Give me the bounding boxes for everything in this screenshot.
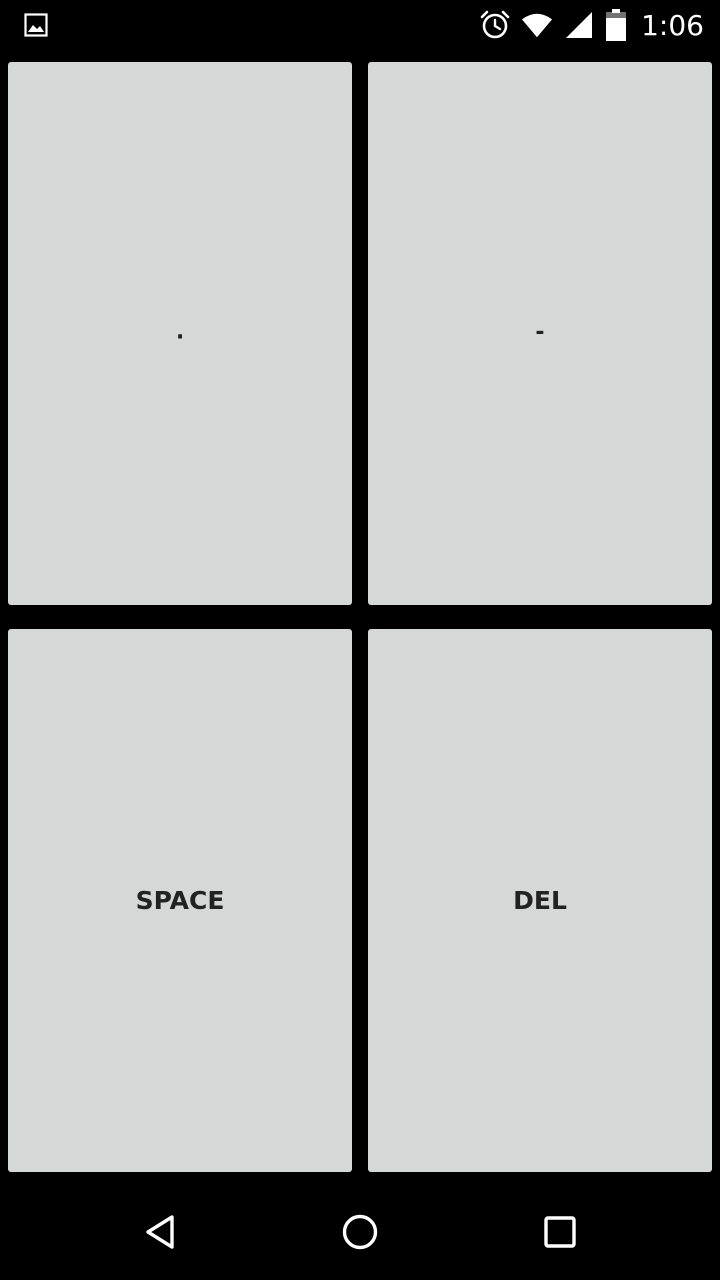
gallery-icon: [24, 13, 48, 37]
cell-signal-icon: [563, 9, 595, 41]
alarm-icon: [479, 9, 511, 41]
battery-icon: [605, 9, 627, 41]
wifi-icon: [521, 9, 553, 41]
delete-key-label: DEL: [513, 886, 567, 915]
status-bar: 1:06: [0, 0, 720, 50]
back-icon[interactable]: [136, 1208, 184, 1256]
status-time: 1:06: [641, 8, 704, 42]
dot-key[interactable]: ·: [8, 62, 352, 605]
home-icon[interactable]: [336, 1208, 384, 1256]
dash-key-label: -: [535, 320, 545, 345]
recents-icon[interactable]: [536, 1208, 584, 1256]
status-icons: 1:06: [469, 0, 704, 50]
space-key[interactable]: SPACE: [8, 629, 352, 1172]
space-key-label: SPACE: [135, 886, 225, 915]
dash-key[interactable]: -: [368, 62, 712, 605]
delete-key[interactable]: DEL: [368, 629, 712, 1172]
dot-key-label: ·: [175, 325, 185, 350]
navigation-bar: [0, 1184, 720, 1280]
